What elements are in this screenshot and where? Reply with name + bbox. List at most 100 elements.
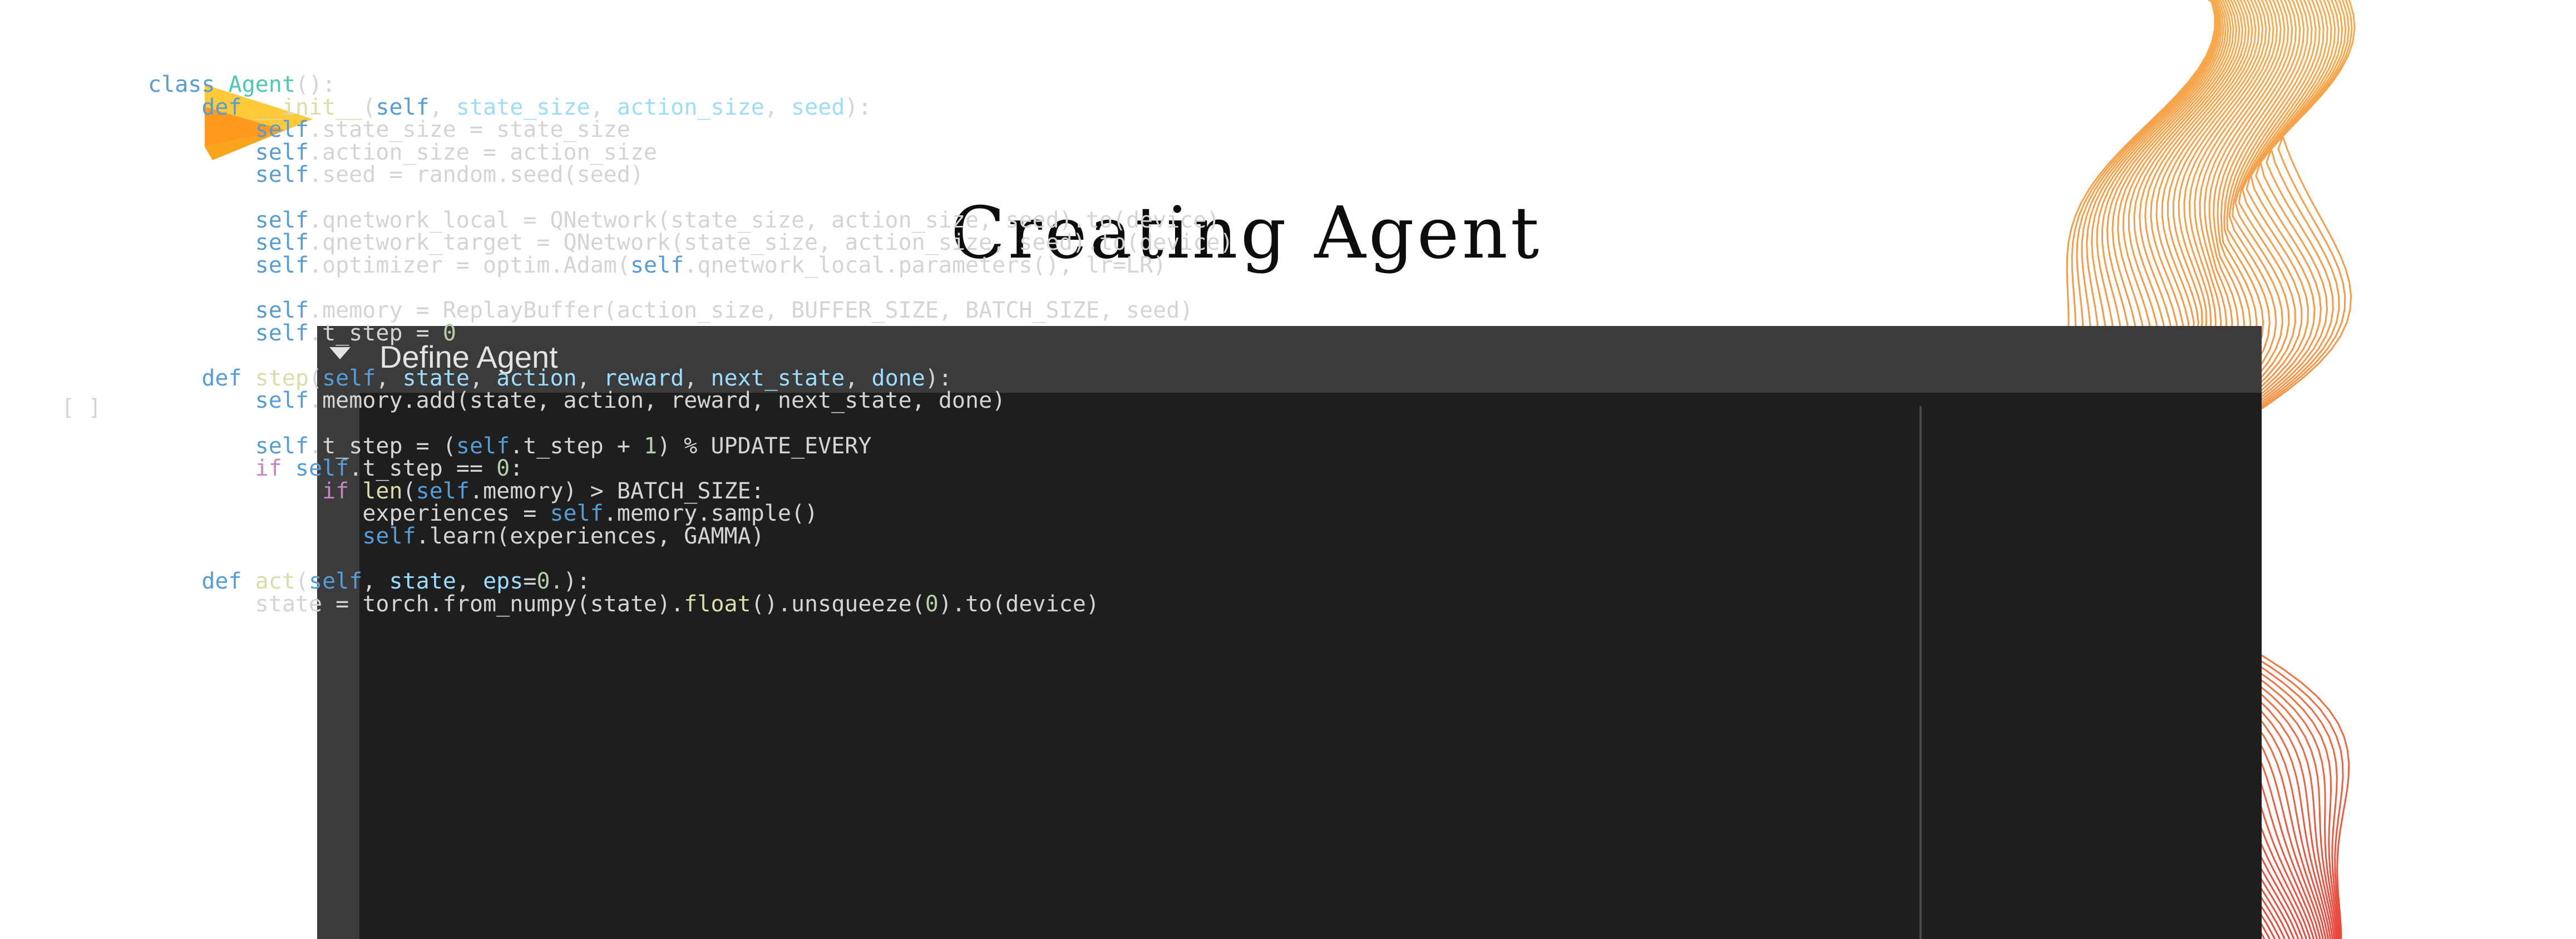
code-token: self	[255, 297, 309, 323]
code-token: ,	[684, 365, 711, 391]
code-token: .t_step ==	[349, 456, 497, 482]
code-token: ().unsqueeze(	[751, 591, 925, 617]
code-token: state	[389, 569, 456, 595]
code-line: self.qnetwork_target = QNetwork(state_si…	[148, 231, 1233, 254]
code-line: experiences = self.memory.sample()	[148, 502, 1233, 525]
code-token: def	[201, 569, 255, 595]
code-token: ,	[590, 94, 617, 120]
code-line: class Agent():	[148, 73, 1233, 96]
code-token: (	[295, 569, 309, 595]
code-line: self.memory.add(state, action, reward, n…	[148, 389, 1233, 412]
code-token: self	[376, 94, 430, 120]
code-token: ,	[470, 365, 497, 391]
code-token: self	[630, 252, 684, 278]
code-line: def step(self, state, action, reward, ne…	[148, 367, 1233, 390]
code-token: self	[416, 478, 470, 504]
code-token: state = torch.from_numpy(state).	[255, 591, 684, 617]
code-line: self.action_size = action_size	[148, 141, 1233, 164]
code-token: ,	[576, 365, 604, 391]
code-token: (	[362, 94, 376, 120]
code-token: Agent	[228, 72, 295, 97]
code-token: .memory.add(state, action, reward, next_…	[308, 388, 1006, 414]
code-token: .memory.sample()	[603, 501, 818, 527]
code-token: reward	[603, 365, 684, 391]
code-token: self	[255, 388, 309, 414]
code-token: .memory) > BATCH_SIZE:	[470, 478, 764, 504]
code-token: 0.	[536, 569, 564, 595]
code-line: state = torch.from_numpy(state).float().…	[148, 591, 1233, 617]
code-token: done	[871, 365, 925, 391]
code-line: self.t_step = (self.t_step + 1) % UPDATE…	[148, 433, 1233, 459]
code-token: ) % UPDATE_EVERY	[657, 433, 872, 459]
code-token: .action_size = action_size	[308, 139, 658, 165]
code-token: class	[148, 72, 229, 97]
cell-run-marker[interactable]: [ ]	[61, 396, 101, 419]
code-line: if self.t_step == 0:	[148, 457, 1233, 480]
code-token: :	[510, 456, 524, 482]
code-token: 0	[442, 320, 456, 346]
code-line: self.seed = random.seed(seed)	[148, 164, 1233, 186]
code-token: .seed = random.seed(seed)	[308, 162, 644, 188]
code-token: .learn(experiences, GAMMA)	[416, 523, 764, 549]
code-token: state	[402, 365, 470, 391]
code-line: self.t_step = 0	[148, 322, 1233, 345]
code-token: ():	[295, 72, 336, 97]
code-token: .optimizer = optim.Adam(	[308, 252, 630, 278]
editor-ruler-line	[1919, 406, 1922, 939]
code-token: def	[201, 94, 255, 120]
code-token: ,	[362, 569, 389, 595]
code-token: action_size	[616, 94, 764, 120]
code-token: self	[550, 501, 604, 527]
code-token: next_state	[710, 365, 845, 391]
code-token: if	[322, 478, 363, 504]
code-token: self	[456, 433, 510, 459]
code-token: self	[295, 456, 349, 482]
code-token: self	[255, 207, 309, 233]
code-token: .state_size = state_size	[308, 117, 630, 143]
code-token: .t_step = (	[308, 433, 456, 459]
code-line: self.qnetwork_local = QNetwork(state_siz…	[148, 209, 1233, 232]
code-token: ,	[429, 94, 456, 120]
code-token: len	[362, 478, 403, 504]
code-token: state_size	[456, 94, 590, 120]
code-editor[interactable]: class Agent(): def __init__(self, state_…	[148, 73, 1233, 615]
code-token: self	[255, 139, 309, 165]
code-token: ):	[563, 569, 590, 595]
code-token: step	[255, 365, 309, 391]
code-token: self	[255, 162, 309, 188]
code-token: 0	[925, 591, 939, 617]
code-token: ,	[456, 569, 483, 595]
code-token: .memory = ReplayBuffer(action_size, BUFF…	[308, 297, 1193, 323]
code-token: (	[308, 365, 323, 391]
code-token: self	[322, 365, 376, 391]
code-line: def act(self, state, eps=0.):	[148, 570, 1233, 593]
code-token: float	[684, 591, 751, 617]
code-token: if	[255, 456, 295, 482]
code-token: =	[523, 569, 537, 595]
code-token: action	[496, 365, 577, 391]
code-token: self	[309, 569, 363, 595]
code-token: .t_step +	[510, 433, 644, 459]
code-token: seed	[791, 94, 845, 120]
code-token: 0	[496, 456, 510, 482]
code-token: ,	[845, 365, 872, 391]
code-token: eps	[483, 569, 524, 595]
